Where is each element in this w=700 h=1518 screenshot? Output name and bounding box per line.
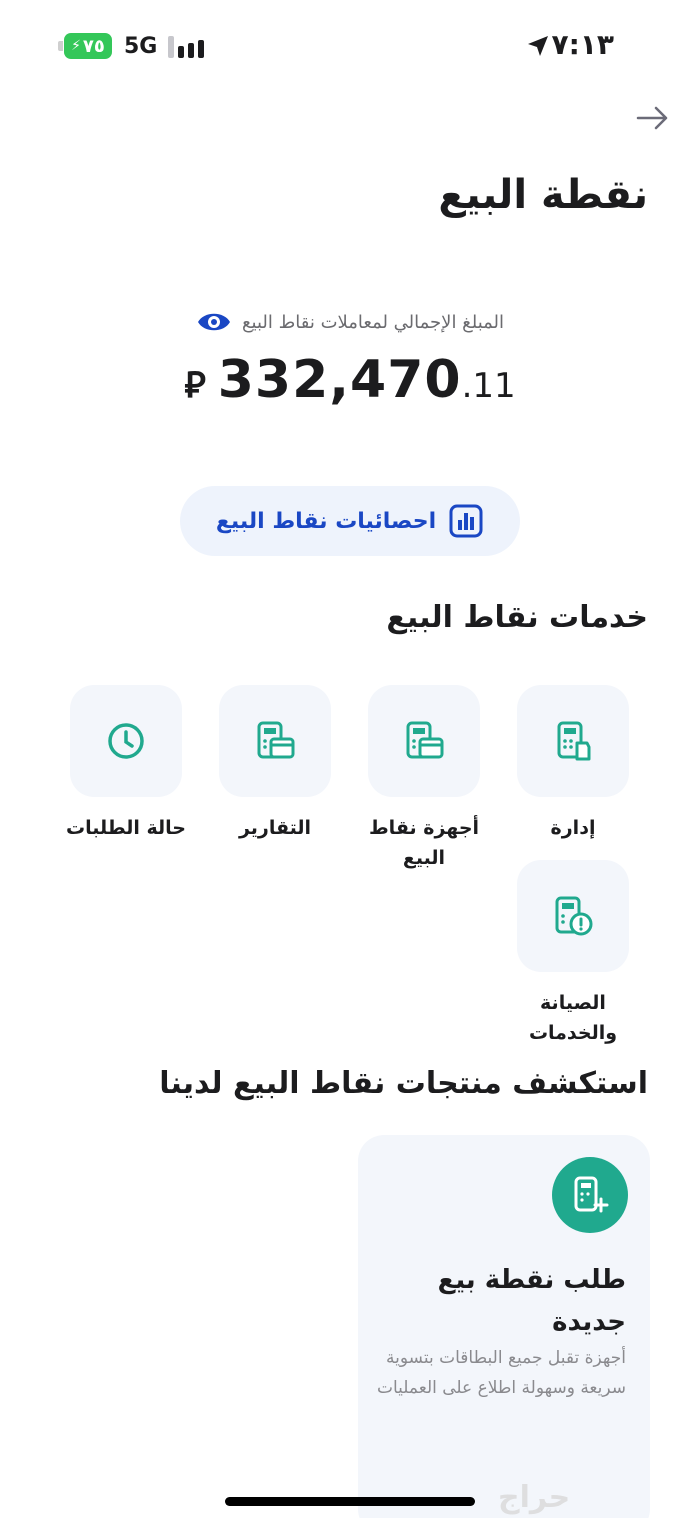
battery-indicator: ⚡ ٧٥ [64,33,112,59]
network-type: 5G [124,34,158,59]
charging-icon: ⚡ [71,38,81,54]
battery-cap [58,41,63,51]
back-arrow-icon[interactable] [634,100,670,136]
new-pos-icon-circle [552,1157,628,1233]
eye-icon[interactable] [196,308,232,336]
amount-integer: 332,470 [217,350,462,410]
reports-icon [257,721,295,759]
signal-strength-icon [168,34,208,58]
explore-section-title: استكشف منتجات نقاط البيع لدينا [159,1066,648,1101]
pos-devices-icon [406,721,444,759]
service-label: التقارير [238,817,312,839]
service-label: إدارة [550,817,596,839]
status-bar: ⚡ ٧٥ 5G ٧:١٣ [0,0,700,95]
currency-symbol: ⃁ [184,365,206,406]
service-label: حالة الطلبات [66,817,186,839]
amount-decimal: .11 [461,366,516,406]
home-indicator [225,1497,475,1506]
service-tile[interactable] [517,685,629,797]
product-title: طلب نقطة بيع جديدة [437,1265,626,1337]
product-description: أجهزة تقبل جميع البطاقات بتسوية سريعة وس… [376,1348,626,1398]
page-title: نقطة البيع [438,172,648,218]
bar-chart-icon [449,504,483,538]
new-pos-request-card[interactable]: طلب نقطة بيع جديدة أجهزة تقبل جميع البطا… [358,1135,650,1518]
battery-level: ٧٥ [82,35,105,57]
status-time: ٧:١٣ [551,28,614,61]
balance-label-row: المبلغ الإجمالي لمعاملات نقاط البيع [0,308,700,336]
services-section-title: خدمات نقاط البيع [386,600,648,635]
watermark: حراج [498,1480,571,1515]
pos-manage-icon [557,721,591,761]
service-manage[interactable]: إدارة [498,685,648,843]
service-pos-devices[interactable]: أجهزة نقاط البيع [349,685,499,873]
service-tile[interactable] [368,685,480,797]
service-order-status[interactable]: حالة الطلبات [51,685,201,843]
service-tile[interactable] [219,685,331,797]
maintenance-icon [555,896,593,936]
service-tile[interactable] [517,860,629,972]
service-label: الصيانة والخدمات [528,992,618,1044]
pos-statistics-button[interactable]: احصائيات نقاط البيع [180,486,520,556]
balance-label: المبلغ الإجمالي لمعاملات نقاط البيع [241,311,505,333]
clock-icon [108,723,144,759]
pos-statistics-label: احصائيات نقاط البيع [215,508,437,534]
location-icon [528,36,548,56]
service-tile[interactable] [70,685,182,797]
service-reports[interactable]: التقارير [200,685,350,843]
pos-add-icon [574,1176,609,1213]
service-label: أجهزة نقاط البيع [368,817,480,869]
balance-amount: ⃁ 332,470 .11 [0,350,700,410]
service-maintenance[interactable]: الصيانة والخدمات [498,860,648,1048]
